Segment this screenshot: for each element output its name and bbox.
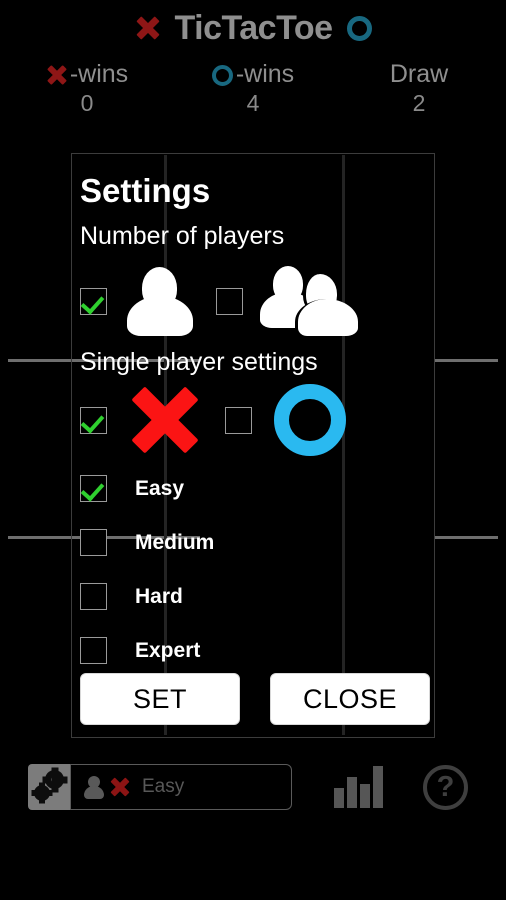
single-person-icon[interactable]: [126, 267, 194, 336]
difficulty-row-easy[interactable]: Easy: [80, 469, 434, 507]
person-body: [84, 786, 104, 799]
dialog-button-row: SET CLOSE: [80, 673, 430, 725]
score-o-label-text: -wins: [235, 60, 295, 89]
score-draw-label: Draw: [336, 60, 502, 90]
gears-icon[interactable]: [28, 764, 70, 810]
score-x-label-text: -wins: [69, 60, 129, 89]
scoreboard: -wins 0 -wins 4 Draw 2: [0, 60, 506, 115]
checkbox-difficulty-medium[interactable]: [80, 528, 107, 556]
bar-1: [334, 788, 344, 808]
mark-options: [80, 383, 434, 457]
bar-chart-icon[interactable]: [334, 766, 383, 808]
close-button[interactable]: CLOSE: [270, 673, 430, 725]
x-mark-icon: [135, 15, 161, 41]
gear-core: [39, 790, 45, 796]
board-grid-line-h2-right: [434, 536, 498, 539]
gear-large-icon: [45, 770, 64, 789]
checkbox-difficulty-expert[interactable]: [80, 636, 107, 664]
difficulty-row-hard[interactable]: Hard: [80, 577, 434, 615]
x-mark-icon: [110, 777, 130, 797]
score-x-label: -wins: [4, 60, 170, 90]
number-of-players-options: [80, 265, 434, 337]
score-o-wins: -wins 4: [170, 60, 336, 115]
difficulty-row-expert[interactable]: Expert: [80, 631, 434, 669]
score-o-label: -wins: [170, 60, 336, 90]
checkbox-difficulty-hard[interactable]: [80, 582, 107, 610]
o-mark-icon: [346, 15, 372, 41]
person-icon: [84, 776, 104, 799]
two-person-icon[interactable]: [260, 266, 358, 336]
score-x-wins: -wins 0: [4, 60, 170, 115]
person-front-body: [295, 299, 358, 336]
difficulty-label-hard: Hard: [135, 584, 183, 608]
difficulty-row-medium[interactable]: Medium: [80, 523, 434, 561]
title-row: TicTacToe: [0, 6, 506, 50]
set-button[interactable]: SET: [80, 673, 240, 725]
o-mark-icon[interactable]: [274, 384, 346, 456]
person-body: [127, 296, 193, 336]
settings-dialog: Settings Number of players Single player…: [71, 153, 435, 738]
bar-3: [360, 784, 370, 808]
bottom-toolbar: Easy ?: [0, 757, 506, 817]
checkbox-one-player[interactable]: [80, 287, 107, 315]
score-o-value: 4: [246, 90, 260, 116]
score-draw-label-text: Draw: [389, 60, 449, 89]
single-player-settings-label: Single player settings: [80, 348, 318, 376]
settings-dialog-title: Settings: [80, 172, 211, 209]
difficulty-label-medium: Medium: [135, 530, 215, 554]
difficulty-label-easy: Easy: [135, 476, 185, 500]
score-draw: Draw 2: [336, 60, 502, 115]
question-mark-icon[interactable]: ?: [423, 764, 468, 810]
app-header: TicTacToe -wins 0 -wins 4 Draw 2: [0, 6, 506, 115]
page-title: TicTacToe: [174, 9, 334, 47]
score-draw-value: 2: [412, 90, 426, 116]
gear-core: [51, 776, 58, 783]
number-of-players-label: Number of players: [80, 222, 285, 250]
status-text: Easy: [142, 776, 185, 797]
tictactoe-app: TicTacToe -wins 0 -wins 4 Draw 2 Setting…: [0, 0, 506, 900]
score-x-value: 0: [80, 90, 94, 116]
checkbox-play-as-x[interactable]: [80, 406, 107, 434]
x-mark-icon: [46, 64, 68, 86]
checkbox-play-as-o[interactable]: [225, 406, 252, 434]
checkbox-difficulty-easy[interactable]: [80, 474, 107, 502]
o-mark-icon: [211, 64, 233, 86]
board-grid-line-h1-right: [434, 359, 498, 362]
settings-dialog-body: Settings Number of players Single player…: [72, 154, 434, 737]
x-mark-icon[interactable]: [129, 384, 201, 456]
bar-2: [347, 777, 357, 808]
status-field[interactable]: Easy: [70, 764, 292, 810]
gear-small-icon: [34, 785, 50, 801]
bar-4: [373, 766, 383, 808]
difficulty-label-expert: Expert: [135, 638, 201, 662]
checkbox-two-players[interactable]: [216, 287, 243, 315]
